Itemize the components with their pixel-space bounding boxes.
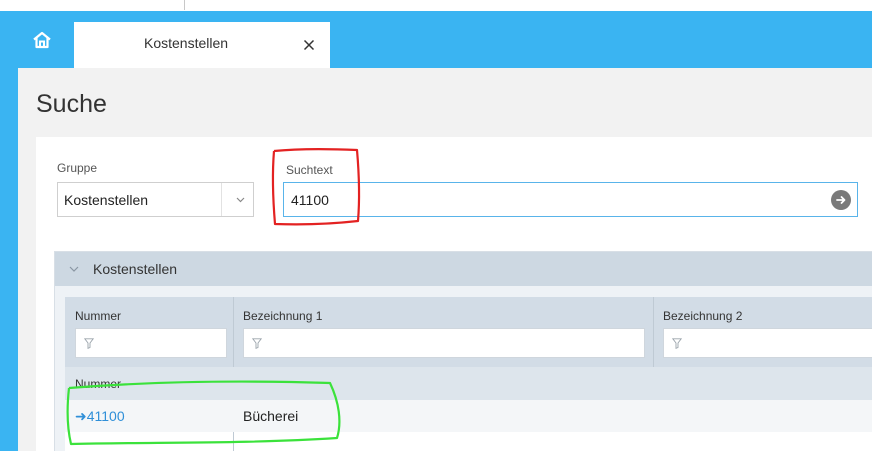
column-label: Nummer bbox=[75, 309, 122, 323]
tab-close-button[interactable] bbox=[300, 36, 318, 54]
left-edge bbox=[0, 11, 18, 451]
column-label: Bezeichnung 2 bbox=[663, 309, 743, 323]
group-label: Gruppe bbox=[57, 161, 98, 175]
top-divider bbox=[184, 0, 185, 10]
filter-input-bezeichnung-2[interactable] bbox=[663, 328, 872, 358]
home-icon bbox=[33, 31, 51, 48]
column-header-bezeichnung-1[interactable]: Bezeichnung 1 bbox=[233, 297, 653, 367]
group-select-value: Kostenstellen bbox=[64, 192, 149, 208]
red-annotation bbox=[271, 147, 361, 226]
column-label: Bezeichnung 1 bbox=[243, 309, 323, 323]
filter-icon bbox=[84, 337, 94, 349]
tab-kostenstellen[interactable]: Kostenstellen bbox=[74, 22, 330, 68]
search-card: Gruppe Kostenstellen Suchtext Kostenstel… bbox=[36, 137, 872, 451]
search-input[interactable] bbox=[283, 182, 858, 217]
tab-bar: Kostenstellen bbox=[18, 11, 872, 68]
page-title: Suche bbox=[36, 90, 107, 118]
green-annotation bbox=[66, 380, 341, 446]
column-header-nummer[interactable]: Nummer bbox=[65, 297, 233, 367]
tab-label: Kostenstellen bbox=[144, 35, 229, 51]
filter-icon bbox=[672, 337, 682, 349]
column-header-bezeichnung-2[interactable]: Bezeichnung 2 bbox=[653, 297, 872, 367]
group-title: Kostenstellen bbox=[93, 261, 178, 277]
search-go-button[interactable] bbox=[831, 190, 851, 210]
grid-header: Nummer Bezeichnung 1 Bezeichnung 2 bbox=[65, 297, 872, 451]
top-strip bbox=[0, 0, 872, 11]
close-icon bbox=[303, 39, 315, 51]
group-select[interactable]: Kostenstellen bbox=[57, 182, 254, 217]
filter-input-bezeichnung-1[interactable] bbox=[243, 328, 645, 358]
content-area: Suche Gruppe Kostenstellen Suchtext 4110… bbox=[18, 68, 872, 451]
results-group: Kostenstellen Nummer Bezeichnung 1 Bezei… bbox=[54, 251, 872, 451]
filter-input-nummer[interactable] bbox=[75, 328, 227, 358]
home-button[interactable] bbox=[18, 11, 66, 68]
chevron-down-icon bbox=[228, 183, 252, 216]
select-divider bbox=[221, 183, 222, 216]
filter-icon bbox=[252, 337, 262, 349]
results-grid: Nummer Bezeichnung 1 Bezeichnung 2 Numme… bbox=[65, 297, 872, 451]
group-header[interactable]: Kostenstellen bbox=[55, 252, 872, 286]
chevron-down-icon bbox=[69, 266, 79, 272]
arrow-right-circle-icon bbox=[836, 196, 846, 204]
